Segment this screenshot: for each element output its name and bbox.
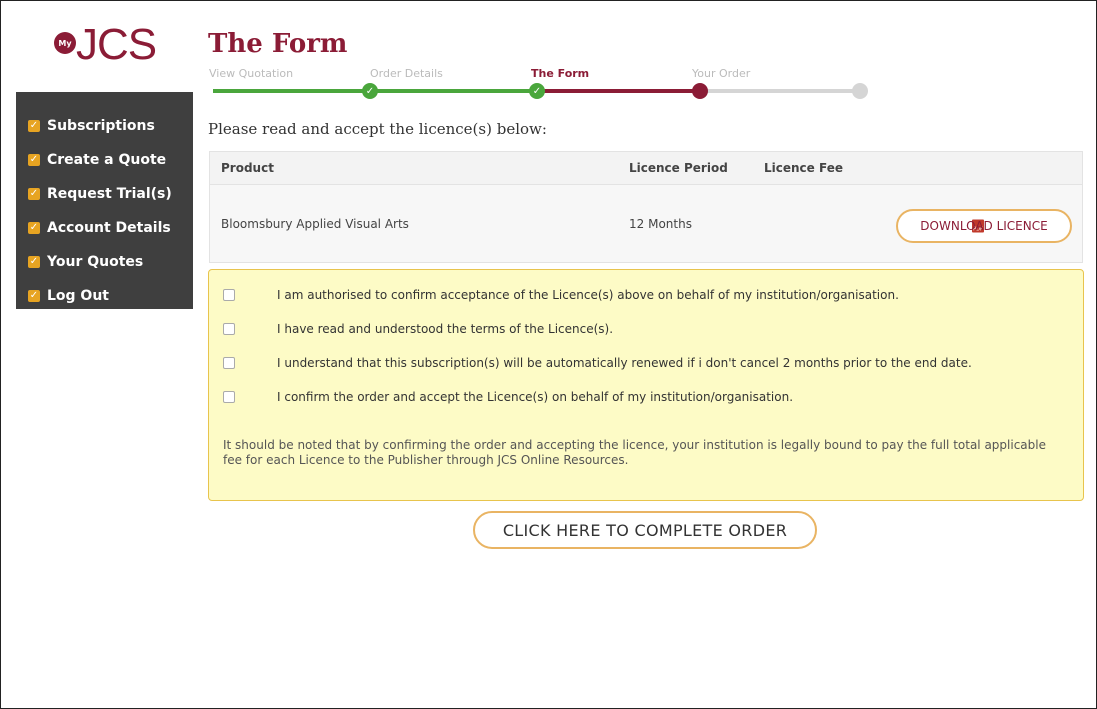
sidebar-item-label: Subscriptions [47, 118, 155, 134]
table-header: Product Licence Period Licence Fee [209, 151, 1083, 185]
header-licence-period: Licence Period [629, 161, 728, 175]
legal-notice: It should be noted that by confirming th… [223, 438, 1046, 467]
sidebar: ✓ Subscriptions ✓ Create a Quote ✓ Reque… [16, 92, 193, 309]
sidebar-item-label: Account Details [47, 220, 171, 236]
download-licence-label: DOWNLOAD LICENCE [920, 219, 1048, 233]
agree-checkbox-terms[interactable] [223, 323, 235, 335]
cell-licence-period: 12 Months [629, 216, 692, 231]
agree-label: I have read and understood the terms of … [277, 322, 614, 336]
sidebar-item-your-quotes[interactable]: ✓ Your Quotes [16, 245, 193, 279]
step-label-order-details: Order Details [370, 67, 443, 80]
sidebar-item-label: Log Out [47, 288, 109, 304]
table-row: Bloomsbury Applied Visual Arts 12 Months… [209, 185, 1083, 263]
sidebar-item-subscriptions[interactable]: ✓ Subscriptions [16, 109, 193, 143]
instructions-heading: Please read and accept the licence(s) be… [208, 120, 547, 138]
checkbox-icon: ✓ [28, 256, 40, 268]
licence-table: Product Licence Period Licence Fee Bloom… [209, 151, 1083, 263]
checkbox-icon: ✓ [28, 154, 40, 166]
checkbox-icon: ✓ [28, 120, 40, 132]
sidebar-item-log-out[interactable]: ✓ Log Out [16, 279, 193, 313]
download-licence-button[interactable]: PDF DOWNLOAD LICENCE [896, 209, 1072, 243]
page-title: The Form [208, 29, 348, 59]
agree-label: I confirm the order and accept the Licen… [277, 390, 794, 404]
header-licence-fee: Licence Fee [764, 161, 843, 175]
agree-row: I am authorised to confirm acceptance of… [223, 288, 899, 302]
agree-label: I am authorised to confirm acceptance of… [277, 288, 899, 302]
sidebar-item-label: Create a Quote [47, 152, 167, 168]
step-node-current [692, 83, 708, 99]
checkbox-icon: ✓ [28, 222, 40, 234]
agree-checkbox-authorised[interactable] [223, 289, 235, 301]
sidebar-item-create-quote[interactable]: ✓ Create a Quote [16, 143, 193, 177]
agree-row: I have read and understood the terms of … [223, 322, 613, 336]
progress-track-pending [700, 89, 860, 93]
agree-checkbox-confirm[interactable] [223, 391, 235, 403]
header-product: Product [221, 161, 274, 175]
progress-track-active [537, 89, 700, 93]
step-node-your-order [852, 83, 868, 99]
logo-badge: My [54, 32, 76, 54]
sidebar-item-label: Your Quotes [47, 254, 144, 270]
sidebar-item-account-details[interactable]: ✓ Account Details [16, 211, 193, 245]
agree-checkbox-renewal[interactable] [223, 357, 235, 369]
logo[interactable]: My JCS [54, 20, 157, 69]
checkbox-icon: ✓ [28, 290, 40, 302]
step-node-order-details: ✓ [362, 83, 378, 99]
check-icon: ✓ [532, 85, 542, 97]
checkbox-icon: ✓ [28, 188, 40, 200]
check-icon: ✓ [365, 85, 375, 97]
sidebar-item-request-trial[interactable]: ✓ Request Trial(s) [16, 177, 193, 211]
agree-row: I confirm the order and accept the Licen… [223, 390, 793, 404]
complete-order-button[interactable]: CLICK HERE TO COMPLETE ORDER [473, 511, 817, 549]
consent-box: I am authorised to confirm acceptance of… [208, 269, 1084, 501]
agree-label: I understand that this subscription(s) w… [277, 356, 972, 370]
agree-row: I understand that this subscription(s) w… [223, 356, 972, 370]
step-label-the-form: The Form [531, 67, 590, 80]
cell-product: Bloomsbury Applied Visual Arts [221, 216, 409, 231]
sidebar-item-label: Request Trial(s) [47, 186, 172, 202]
step-node-the-form: ✓ [529, 83, 545, 99]
step-label-your-order: Your Order [692, 67, 751, 80]
logo-text: JCS [76, 20, 157, 69]
page-frame: My JCS ✓ Subscriptions ✓ Create a Quote … [0, 0, 1097, 709]
step-label-view-quotation: View Quotation [209, 67, 294, 80]
